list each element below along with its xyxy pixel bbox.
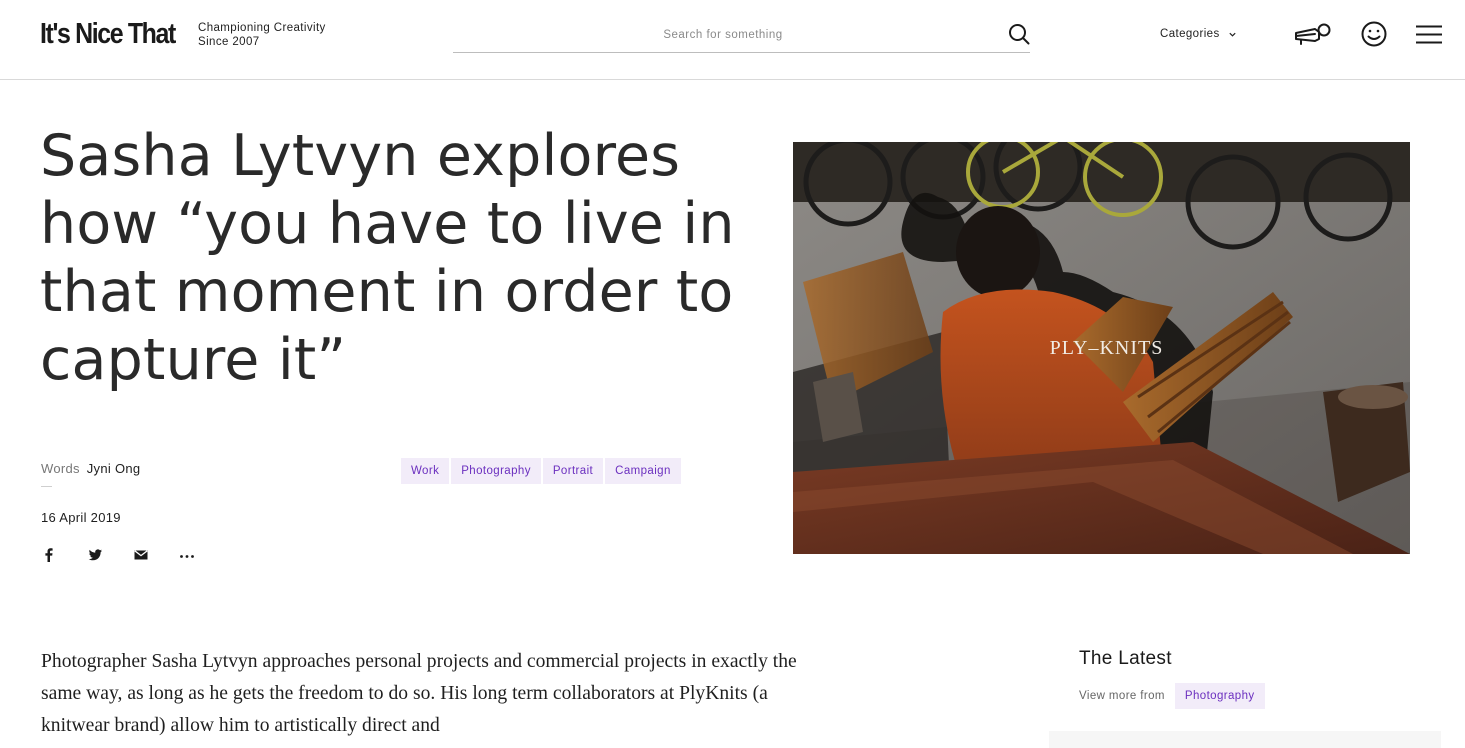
site-tagline: Championing Creativity Since 2007 bbox=[198, 21, 326, 49]
smiley-icon[interactable] bbox=[1361, 21, 1387, 47]
publish-date: 16 April 2019 bbox=[41, 510, 121, 525]
hero-image: PLY–KNITS bbox=[793, 142, 1410, 554]
hero-photo-illustration bbox=[793, 142, 1410, 554]
meta-divider bbox=[41, 486, 52, 487]
words-label: Words bbox=[41, 461, 80, 476]
tag-work[interactable]: Work bbox=[401, 458, 450, 484]
site-header: It's Nice That Championing Creativity Si… bbox=[0, 0, 1465, 80]
latest-card[interactable] bbox=[1049, 731, 1441, 748]
view-more-label: View more from bbox=[1079, 690, 1165, 702]
author-line: Words Jyni Ong bbox=[41, 461, 140, 476]
tag-list: Work Photography Portrait Campaign bbox=[401, 458, 681, 484]
author-link[interactable]: Jyni Ong bbox=[87, 461, 141, 476]
view-more-row: View more from Photography bbox=[1079, 683, 1265, 709]
megaphone-icon[interactable] bbox=[1293, 22, 1333, 46]
search-bar bbox=[453, 20, 1030, 53]
search-icon[interactable] bbox=[1008, 23, 1030, 45]
facebook-icon[interactable] bbox=[40, 546, 58, 564]
email-icon[interactable] bbox=[132, 546, 150, 564]
tag-photography[interactable]: Photography bbox=[451, 458, 541, 484]
search-input[interactable] bbox=[453, 20, 993, 50]
tag-portrait[interactable]: Portrait bbox=[542, 458, 604, 484]
twitter-icon[interactable] bbox=[86, 546, 104, 564]
tagline-line-2: Since 2007 bbox=[198, 36, 260, 48]
view-more-tag-photography[interactable]: Photography bbox=[1174, 683, 1265, 709]
site-logo[interactable]: It's Nice That bbox=[40, 18, 176, 51]
tag-campaign[interactable]: Campaign bbox=[605, 458, 681, 484]
article-body: Photographer Sasha Lytvyn approaches per… bbox=[41, 651, 797, 736]
chevron-down-icon bbox=[1229, 32, 1236, 37]
categories-label: Categories bbox=[1160, 28, 1220, 40]
latest-heading: The Latest bbox=[1079, 648, 1172, 669]
more-icon[interactable] bbox=[178, 546, 196, 564]
categories-dropdown[interactable]: Categories bbox=[1160, 28, 1237, 40]
article-title: Sasha Lytvyn explores how “you have to l… bbox=[40, 123, 735, 393]
tagline-line-1: Championing Creativity bbox=[198, 22, 326, 34]
menu-icon[interactable] bbox=[1416, 25, 1442, 44]
